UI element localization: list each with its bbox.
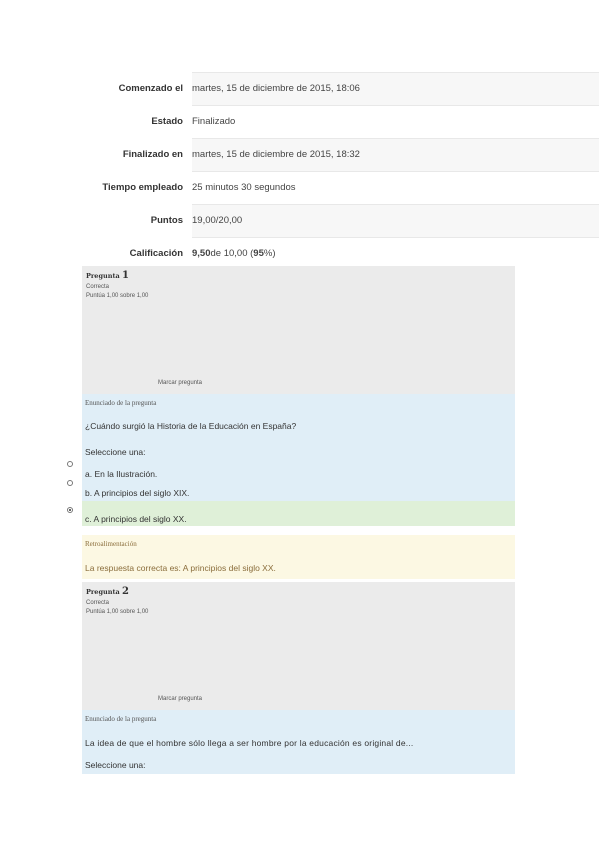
summary-label: Estado bbox=[75, 105, 192, 137]
question-status: Correcta bbox=[86, 284, 110, 290]
summary-row-finished: Finalizado en martes, 15 de diciembre de… bbox=[75, 137, 599, 171]
question-score: Puntúa 1,00 sobre 1,00 bbox=[86, 293, 149, 299]
grade-percent: 95 bbox=[253, 248, 264, 259]
question-status: Correcta bbox=[86, 600, 110, 606]
summary-value: 19,00/20,00 bbox=[192, 203, 599, 237]
statement-heading: Enunciado de la pregunta bbox=[85, 715, 157, 723]
select-label: Seleccione una: bbox=[85, 760, 146, 770]
summary-row-started: Comenzado el martes, 15 de diciembre de … bbox=[75, 71, 599, 105]
radio-option-a[interactable] bbox=[67, 461, 73, 467]
summary-label: Puntos bbox=[75, 204, 192, 236]
grade-end: %) bbox=[263, 248, 276, 259]
summary-label: Tiempo empleado bbox=[75, 171, 192, 203]
summary-row-time: Tiempo empleado 25 minutos 30 segundos bbox=[75, 170, 599, 204]
summary-row-points: Puntos 19,00/20,00 bbox=[75, 203, 599, 237]
question-1-content: Enunciado de la pregunta ¿Cuándo surgió … bbox=[82, 394, 515, 462]
summary-value: Finalizado bbox=[192, 104, 599, 138]
statement-heading: Enunciado de la pregunta bbox=[85, 399, 157, 407]
question-text: La idea de que el hombre sólo llega a se… bbox=[85, 738, 414, 748]
grade-value: 9,50 bbox=[192, 248, 211, 259]
summary-label: Finalizado en bbox=[75, 138, 192, 170]
attempt-summary-table: Comenzado el martes, 15 de diciembre de … bbox=[75, 71, 599, 270]
summary-value: 25 minutos 30 segundos bbox=[192, 170, 599, 204]
option-c[interactable]: c. A principios del siglo XX. bbox=[82, 501, 515, 526]
feedback-heading: Retroalimentación bbox=[85, 540, 137, 548]
summary-value: 9,50 de 10,00 (95%) bbox=[192, 236, 599, 270]
summary-value: martes, 15 de diciembre de 2015, 18:32 bbox=[192, 137, 599, 171]
summary-label: Calificación bbox=[75, 237, 192, 269]
summary-label: Comenzado el bbox=[75, 72, 192, 104]
flag-question-link[interactable]: Marcar pregunta bbox=[158, 696, 202, 702]
feedback-text: La respuesta correcta es: A principios d… bbox=[85, 563, 276, 573]
feedback-box: Retroalimentación La respuesta correcta … bbox=[82, 535, 515, 579]
question-2-info: Pregunta 2 Correcta Puntúa 1,00 sobre 1,… bbox=[82, 582, 515, 710]
radio-option-c[interactable] bbox=[67, 507, 73, 513]
radio-option-b[interactable] bbox=[67, 480, 73, 486]
option-text: c. A principios del siglo XX. bbox=[85, 513, 187, 524]
select-label: Seleccione una: bbox=[85, 447, 146, 457]
option-text: a. En la Ilustración. bbox=[85, 468, 158, 479]
question-1-info: Pregunta 1 Correcta Puntúa 1,00 sobre 1,… bbox=[82, 266, 515, 394]
question-score: Puntúa 1,00 sobre 1,00 bbox=[86, 609, 149, 615]
question-title: Pregunta 2 bbox=[86, 586, 129, 597]
summary-value: martes, 15 de diciembre de 2015, 18:06 bbox=[192, 71, 599, 105]
option-text: b. A principios del siglo XIX. bbox=[85, 488, 190, 498]
option-b[interactable]: b. A principios del siglo XIX. bbox=[82, 485, 515, 501]
grade-mid: de 10,00 ( bbox=[210, 248, 254, 259]
question-title: Pregunta 1 bbox=[86, 270, 129, 281]
question-2-content: Enunciado de la pregunta La idea de que … bbox=[82, 710, 515, 774]
option-a[interactable]: a. En la Ilustración. bbox=[82, 462, 515, 485]
summary-row-state: Estado Finalizado bbox=[75, 104, 599, 138]
question-text: ¿Cuándo surgió la Historia de la Educaci… bbox=[85, 421, 297, 431]
flag-question-link[interactable]: Marcar pregunta bbox=[158, 380, 202, 386]
